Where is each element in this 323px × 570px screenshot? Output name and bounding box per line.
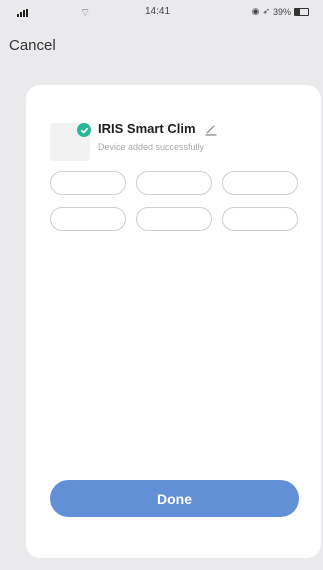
alarm-icon: ◉ — [251, 6, 260, 16]
room-option-2[interactable] — [136, 171, 212, 195]
room-option-3[interactable] — [222, 171, 298, 195]
location-icon: ➶ — [262, 6, 270, 16]
device-name: IRIS Smart Clim — [98, 121, 196, 136]
cancel-button[interactable]: Cancel — [9, 37, 56, 54]
status-time: 14:41 — [145, 6, 171, 17]
battery-percent: 39% — [272, 6, 291, 17]
pencil-icon[interactable] — [204, 122, 218, 136]
room-option-1[interactable] — [50, 171, 126, 195]
battery-icon — [294, 7, 309, 16]
status-right-icons: ◉ ➶ 39% — [252, 6, 309, 17]
status-bar: ⌔ 14:41 ◉ ➶ 39% — [0, 0, 323, 26]
signal-icon — [17, 9, 28, 17]
done-button[interactable]: Done — [50, 480, 299, 517]
check-circle-icon — [77, 123, 91, 137]
wifi-icon: ⌔ — [80, 6, 91, 19]
device-added-card: IRIS Smart Clim Device added successfull… — [26, 85, 321, 558]
app-screen: ⌔ 14:41 ◉ ➶ 39% Cancel IRIS Smart Clim D… — [0, 0, 323, 570]
room-option-5[interactable] — [136, 207, 212, 231]
device-added-status: Device added successfully — [98, 142, 205, 152]
room-option-4[interactable] — [50, 207, 126, 231]
room-option-6[interactable] — [222, 207, 298, 231]
